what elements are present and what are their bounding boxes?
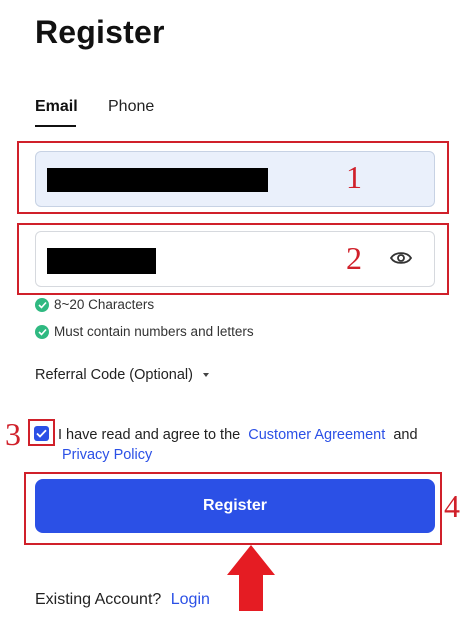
agreement-text: I have read and agree to the Customer Ag… [58, 425, 438, 465]
register-button[interactable]: Register [35, 479, 435, 533]
existing-account-prompt: Existing Account? [35, 591, 162, 608]
tab-phone[interactable]: Phone [108, 98, 154, 116]
customer-agreement-link[interactable]: Customer Agreement [248, 427, 385, 443]
referral-code-label: Referral Code (Optional) [35, 367, 193, 383]
password-rule-label: 8~20 Characters [54, 297, 155, 312]
eye-icon[interactable] [389, 249, 413, 267]
annotation-number-3: 3 [5, 416, 21, 452]
agreement-checkbox[interactable] [34, 426, 49, 441]
password-rule-length: 8~20 Characters [35, 297, 154, 312]
annotation-number-2: 2 [346, 240, 362, 276]
password-field[interactable] [35, 231, 435, 287]
agreement-prefix: I have read and agree to the [58, 427, 241, 443]
password-rule-composition: Must contain numbers and letters [35, 324, 254, 339]
email-field[interactable] [35, 151, 435, 207]
check-circle-icon [35, 297, 49, 312]
annotation-number-4: 4 [444, 488, 460, 524]
annotation-number-1: 1 [346, 159, 362, 195]
redacted-password-value [47, 248, 156, 274]
redacted-email-value [47, 168, 268, 192]
tab-email[interactable]: Email [35, 98, 78, 116]
active-tab-indicator [35, 125, 76, 127]
caret-down-icon [202, 373, 209, 377]
checkmark-icon [36, 429, 47, 438]
privacy-policy-link[interactable]: Privacy Policy [62, 447, 152, 463]
page-title: Register [35, 14, 165, 50]
login-link[interactable]: Login [171, 591, 210, 608]
agreement-and: and [393, 427, 418, 443]
referral-code-toggle[interactable]: Referral Code (Optional) [35, 367, 209, 383]
existing-account-row: Existing Account? Login [35, 591, 210, 609]
arrow-up-icon [227, 545, 275, 611]
password-rule-label: Must contain numbers and letters [54, 324, 254, 339]
check-circle-icon [35, 324, 49, 339]
